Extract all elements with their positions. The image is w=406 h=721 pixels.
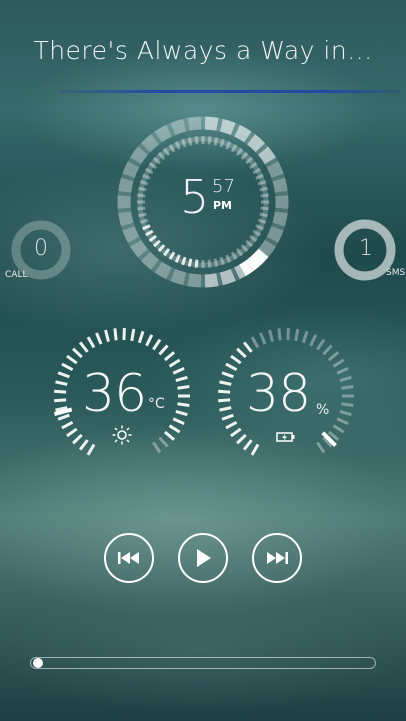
- widget-rings: [11, 116, 396, 456]
- battery-unit: %: [316, 402, 330, 418]
- seek-thumb[interactable]: [33, 658, 43, 668]
- clock-hour: 5: [180, 170, 210, 224]
- previous-button[interactable]: [104, 533, 154, 583]
- seek-bar[interactable]: [30, 657, 376, 669]
- call-label: CALL: [5, 270, 28, 280]
- clock-display: 5 57 PM: [172, 170, 242, 230]
- sms-count[interactable]: 1: [346, 236, 386, 261]
- temperature-value: 36: [82, 364, 147, 424]
- battery-value: 38: [246, 364, 311, 424]
- clock-ring-highlight: [239, 248, 269, 277]
- clock-minute: 57: [212, 176, 235, 197]
- play-button[interactable]: [178, 533, 228, 583]
- call-count[interactable]: 0: [21, 236, 61, 261]
- skip-previous-icon: [118, 552, 139, 564]
- skip-next-icon: [267, 552, 288, 564]
- sun-icon: [112, 425, 132, 445]
- sms-label: SMS: [386, 268, 406, 278]
- next-button[interactable]: [252, 533, 302, 583]
- play-icon: [197, 549, 211, 567]
- clock-ampm: PM: [213, 199, 233, 212]
- temperature-unit: °C: [148, 396, 165, 412]
- battery-charging-icon: [276, 432, 295, 442]
